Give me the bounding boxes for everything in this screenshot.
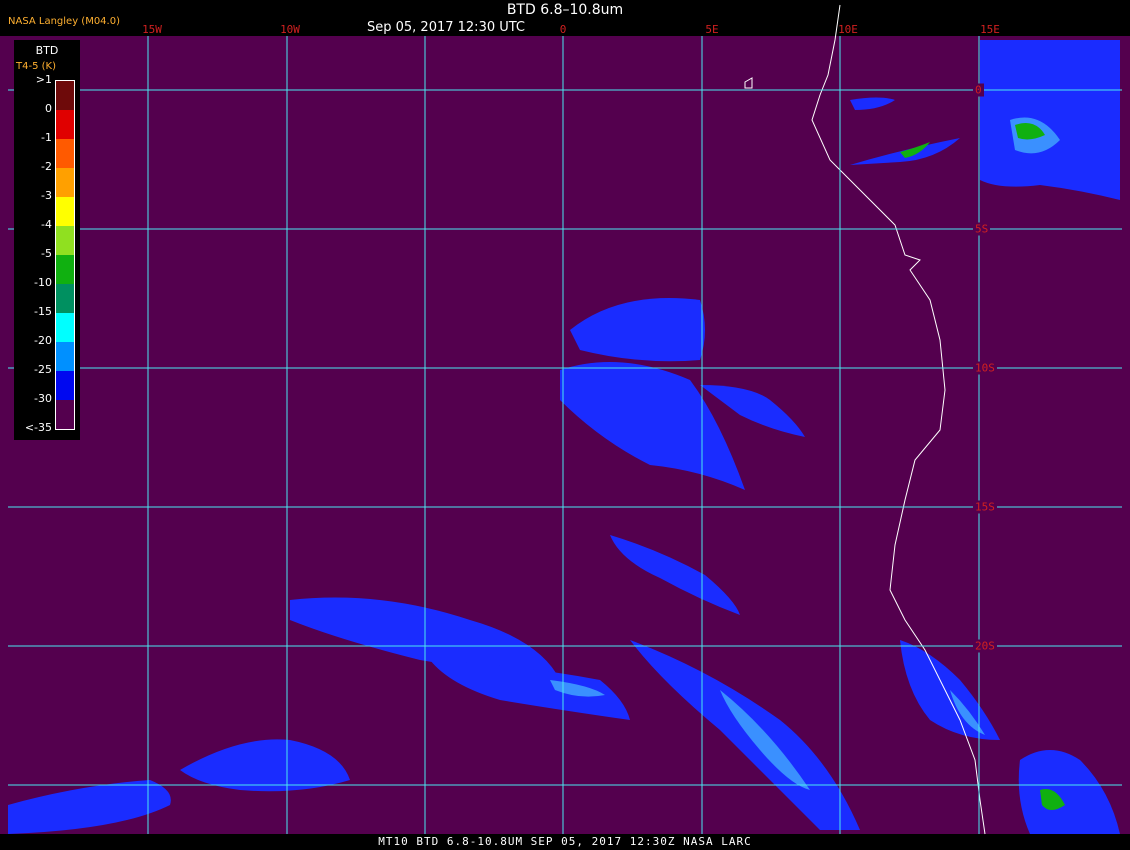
legend-label: <-35 xyxy=(24,421,52,434)
color-legend: BTD T4-5 (K) >1 0 -1 -2 -3 -4 -5 -10 -15 -20 -25 -3… xyxy=(14,40,80,440)
lon-label-15e: 15E xyxy=(980,23,1000,36)
map-title: BTD 6.8–10.8um xyxy=(506,2,624,18)
credit-label: NASA Langley (M04.0) xyxy=(8,16,120,27)
lat-label-10s: 10S xyxy=(973,361,997,375)
legend-units: T4-5 (K) xyxy=(16,61,56,72)
legend-label: -25 xyxy=(34,363,52,376)
lon-label-15w: 15W xyxy=(142,23,162,36)
lat-label-20s: 20S xyxy=(973,639,997,653)
satellite-map xyxy=(0,4,1130,835)
lat-label-5s: 5S xyxy=(973,222,991,236)
legend-label: -20 xyxy=(34,334,52,347)
legend-label: >1 xyxy=(35,73,52,86)
lon-label-5e: 5E xyxy=(705,23,719,36)
legend-label: -30 xyxy=(34,392,52,405)
lon-label-0: 0 xyxy=(559,23,567,36)
legend-label: -10 xyxy=(34,276,52,289)
legend-title: BTD xyxy=(35,44,59,57)
lat-label-0: 0 xyxy=(973,83,984,97)
legend-label: 0 xyxy=(45,102,52,115)
legend-label: -15 xyxy=(34,305,52,318)
legend-frame xyxy=(55,80,75,430)
legend-label: -2 xyxy=(41,160,52,173)
map-timestamp: Sep 05, 2017 12:30 UTC xyxy=(366,20,526,35)
legend-label: -4 xyxy=(41,218,52,231)
legend-label: -5 xyxy=(41,247,52,260)
legend-label: -3 xyxy=(41,189,52,202)
lat-label-15s: 15S xyxy=(973,500,997,514)
lon-label-10e: 10E xyxy=(838,23,858,36)
lon-label-10w: 10W xyxy=(280,23,300,36)
footer-caption: MT10 BTD 6.8-10.8UM SEP 05, 2017 12:30Z … xyxy=(378,835,752,848)
legend-label: -1 xyxy=(41,131,52,144)
